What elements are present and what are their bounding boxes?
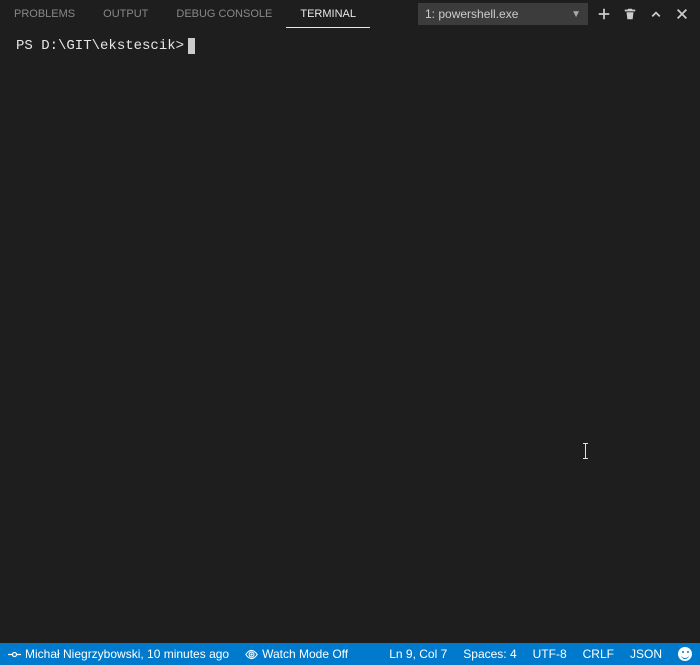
status-git-blame[interactable]: Michał Niegrzybowski, 10 minutes ago — [0, 643, 237, 665]
tab-terminal[interactable]: TERMINAL — [286, 0, 370, 28]
smiley-icon — [678, 647, 692, 661]
chevron-down-icon: ▼ — [571, 9, 581, 20]
terminal-actions — [596, 6, 700, 22]
status-git-blame-text: Michał Niegrzybowski, 10 minutes ago — [25, 647, 229, 661]
chevron-up-icon — [649, 7, 663, 21]
status-watch-mode[interactable]: Watch Mode Off — [237, 643, 356, 665]
plus-icon — [597, 7, 611, 21]
status-language-mode[interactable]: JSON — [622, 643, 670, 665]
terminal-cursor — [188, 38, 195, 54]
git-commit-icon — [8, 648, 21, 661]
tab-debug-console[interactable]: DEBUG CONSOLE — [162, 0, 286, 28]
kill-terminal-button[interactable] — [622, 6, 638, 22]
status-encoding[interactable]: UTF-8 — [525, 643, 575, 665]
tab-output[interactable]: OUTPUT — [89, 0, 162, 28]
trash-icon — [623, 7, 637, 21]
terminal-selector[interactable]: 1: powershell.exe ▼ — [418, 3, 588, 25]
status-feedback[interactable] — [670, 643, 700, 665]
status-cursor-position[interactable]: Ln 9, Col 7 — [381, 643, 455, 665]
maximize-panel-button[interactable] — [648, 6, 664, 22]
status-bar: Michał Niegrzybowski, 10 minutes ago Wat… — [0, 643, 700, 665]
tab-problems[interactable]: PROBLEMS — [0, 0, 89, 28]
eye-icon — [245, 648, 258, 661]
ibeam-cursor-icon — [585, 443, 586, 459]
status-watch-text: Watch Mode Off — [262, 647, 348, 661]
close-panel-button[interactable] — [674, 6, 690, 22]
status-eol[interactable]: CRLF — [575, 643, 622, 665]
terminal-body[interactable]: PS D:\GIT\ekstescik> — [0, 28, 700, 643]
terminal-prompt-line: PS D:\GIT\ekstescik> — [16, 38, 684, 54]
terminal-prompt: PS D:\GIT\ekstescik> — [16, 38, 184, 54]
panel-tabs: PROBLEMS OUTPUT DEBUG CONSOLE TERMINAL 1… — [0, 0, 700, 28]
status-indentation[interactable]: Spaces: 4 — [455, 643, 524, 665]
terminal-selector-label: 1: powershell.exe — [425, 7, 518, 21]
new-terminal-button[interactable] — [596, 6, 612, 22]
close-icon — [675, 7, 689, 21]
